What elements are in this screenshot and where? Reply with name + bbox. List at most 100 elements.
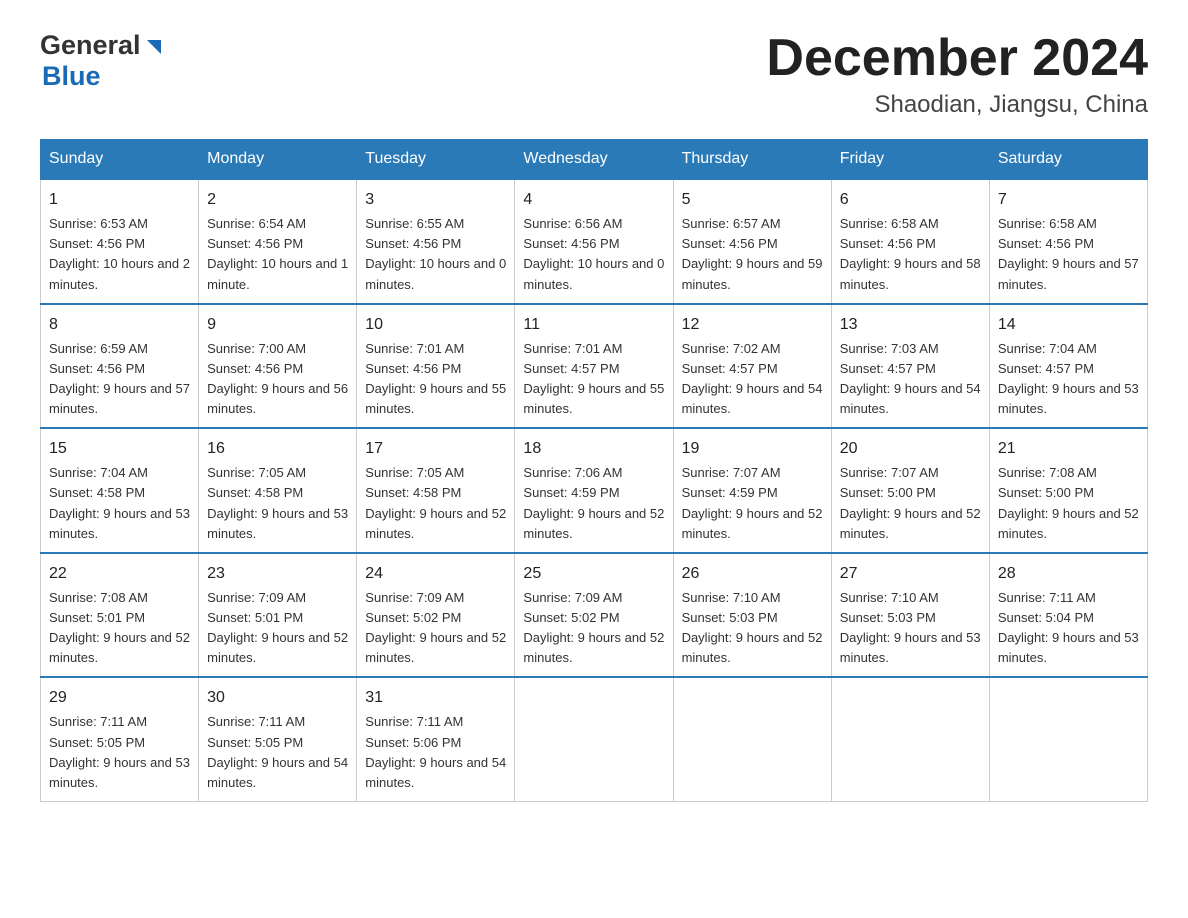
day-number: 13 <box>840 313 981 337</box>
weekday-header-friday: Friday <box>831 140 989 180</box>
day-number: 2 <box>207 188 348 212</box>
day-number: 17 <box>365 437 506 461</box>
day-info: Sunrise: 7:09 AMSunset: 5:01 PMDaylight:… <box>207 588 348 669</box>
day-info: Sunrise: 7:08 AMSunset: 5:01 PMDaylight:… <box>49 588 190 669</box>
logo-general-text: General <box>40 30 141 61</box>
day-info: Sunrise: 7:11 AMSunset: 5:05 PMDaylight:… <box>207 712 348 793</box>
day-number: 11 <box>523 313 664 337</box>
day-number: 3 <box>365 188 506 212</box>
day-info: Sunrise: 7:07 AMSunset: 5:00 PMDaylight:… <box>840 463 981 544</box>
day-number: 19 <box>682 437 823 461</box>
day-info: Sunrise: 7:04 AMSunset: 4:57 PMDaylight:… <box>998 339 1139 420</box>
calendar-cell: 27Sunrise: 7:10 AMSunset: 5:03 PMDayligh… <box>831 553 989 678</box>
day-number: 8 <box>49 313 190 337</box>
day-number: 7 <box>998 188 1139 212</box>
weekday-header-wednesday: Wednesday <box>515 140 673 180</box>
day-info: Sunrise: 7:00 AMSunset: 4:56 PMDaylight:… <box>207 339 348 420</box>
weekday-header-monday: Monday <box>199 140 357 180</box>
day-info: Sunrise: 7:11 AMSunset: 5:05 PMDaylight:… <box>49 712 190 793</box>
day-number: 25 <box>523 562 664 586</box>
day-info: Sunrise: 7:06 AMSunset: 4:59 PMDaylight:… <box>523 463 664 544</box>
day-number: 29 <box>49 686 190 710</box>
weekday-header-row: SundayMondayTuesdayWednesdayThursdayFrid… <box>41 140 1148 180</box>
calendar-cell: 17Sunrise: 7:05 AMSunset: 4:58 PMDayligh… <box>357 428 515 553</box>
day-number: 28 <box>998 562 1139 586</box>
calendar-cell <box>515 677 673 801</box>
location-title: Shaodian, Jiangsu, China <box>766 91 1148 119</box>
day-info: Sunrise: 7:09 AMSunset: 5:02 PMDaylight:… <box>365 588 506 669</box>
day-number: 5 <box>682 188 823 212</box>
month-title: December 2024 <box>766 30 1148 87</box>
day-number: 15 <box>49 437 190 461</box>
calendar-week-row: 1Sunrise: 6:53 AMSunset: 4:56 PMDaylight… <box>41 179 1148 304</box>
day-number: 30 <box>207 686 348 710</box>
calendar-cell: 9Sunrise: 7:00 AMSunset: 4:56 PMDaylight… <box>199 304 357 429</box>
day-info: Sunrise: 7:05 AMSunset: 4:58 PMDaylight:… <box>365 463 506 544</box>
calendar-cell: 15Sunrise: 7:04 AMSunset: 4:58 PMDayligh… <box>41 428 199 553</box>
calendar-cell: 5Sunrise: 6:57 AMSunset: 4:56 PMDaylight… <box>673 179 831 304</box>
day-number: 6 <box>840 188 981 212</box>
day-info: Sunrise: 7:07 AMSunset: 4:59 PMDaylight:… <box>682 463 823 544</box>
calendar-cell: 20Sunrise: 7:07 AMSunset: 5:00 PMDayligh… <box>831 428 989 553</box>
day-number: 4 <box>523 188 664 212</box>
day-info: Sunrise: 7:10 AMSunset: 5:03 PMDaylight:… <box>682 588 823 669</box>
calendar-cell: 31Sunrise: 7:11 AMSunset: 5:06 PMDayligh… <box>357 677 515 801</box>
day-number: 31 <box>365 686 506 710</box>
logo-blue-text: Blue <box>42 61 101 91</box>
weekday-header-tuesday: Tuesday <box>357 140 515 180</box>
day-info: Sunrise: 7:01 AMSunset: 4:56 PMDaylight:… <box>365 339 506 420</box>
day-info: Sunrise: 7:05 AMSunset: 4:58 PMDaylight:… <box>207 463 348 544</box>
logo: General Blue <box>40 30 165 92</box>
calendar-cell <box>673 677 831 801</box>
calendar-cell: 18Sunrise: 7:06 AMSunset: 4:59 PMDayligh… <box>515 428 673 553</box>
day-number: 20 <box>840 437 981 461</box>
calendar-cell: 19Sunrise: 7:07 AMSunset: 4:59 PMDayligh… <box>673 428 831 553</box>
day-number: 12 <box>682 313 823 337</box>
day-number: 23 <box>207 562 348 586</box>
day-info: Sunrise: 7:08 AMSunset: 5:00 PMDaylight:… <box>998 463 1139 544</box>
calendar-cell: 4Sunrise: 6:56 AMSunset: 4:56 PMDaylight… <box>515 179 673 304</box>
day-number: 27 <box>840 562 981 586</box>
day-number: 16 <box>207 437 348 461</box>
weekday-header-saturday: Saturday <box>989 140 1147 180</box>
day-info: Sunrise: 7:04 AMSunset: 4:58 PMDaylight:… <box>49 463 190 544</box>
calendar-week-row: 15Sunrise: 7:04 AMSunset: 4:58 PMDayligh… <box>41 428 1148 553</box>
calendar-cell: 25Sunrise: 7:09 AMSunset: 5:02 PMDayligh… <box>515 553 673 678</box>
day-info: Sunrise: 7:09 AMSunset: 5:02 PMDaylight:… <box>523 588 664 669</box>
weekday-header-thursday: Thursday <box>673 140 831 180</box>
day-number: 1 <box>49 188 190 212</box>
day-info: Sunrise: 7:03 AMSunset: 4:57 PMDaylight:… <box>840 339 981 420</box>
day-info: Sunrise: 6:59 AMSunset: 4:56 PMDaylight:… <box>49 339 190 420</box>
calendar-cell: 10Sunrise: 7:01 AMSunset: 4:56 PMDayligh… <box>357 304 515 429</box>
day-number: 21 <box>998 437 1139 461</box>
calendar-cell: 1Sunrise: 6:53 AMSunset: 4:56 PMDaylight… <box>41 179 199 304</box>
calendar-cell: 24Sunrise: 7:09 AMSunset: 5:02 PMDayligh… <box>357 553 515 678</box>
day-info: Sunrise: 7:01 AMSunset: 4:57 PMDaylight:… <box>523 339 664 420</box>
day-info: Sunrise: 6:58 AMSunset: 4:56 PMDaylight:… <box>998 214 1139 295</box>
weekday-header-sunday: Sunday <box>41 140 199 180</box>
day-number: 26 <box>682 562 823 586</box>
day-info: Sunrise: 6:54 AMSunset: 4:56 PMDaylight:… <box>207 214 348 295</box>
day-number: 18 <box>523 437 664 461</box>
calendar-cell: 23Sunrise: 7:09 AMSunset: 5:01 PMDayligh… <box>199 553 357 678</box>
calendar-cell: 28Sunrise: 7:11 AMSunset: 5:04 PMDayligh… <box>989 553 1147 678</box>
day-info: Sunrise: 7:11 AMSunset: 5:04 PMDaylight:… <box>998 588 1139 669</box>
day-info: Sunrise: 7:02 AMSunset: 4:57 PMDaylight:… <box>682 339 823 420</box>
calendar-cell: 8Sunrise: 6:59 AMSunset: 4:56 PMDaylight… <box>41 304 199 429</box>
calendar-cell: 12Sunrise: 7:02 AMSunset: 4:57 PMDayligh… <box>673 304 831 429</box>
calendar-week-row: 8Sunrise: 6:59 AMSunset: 4:56 PMDaylight… <box>41 304 1148 429</box>
day-number: 14 <box>998 313 1139 337</box>
calendar-cell: 13Sunrise: 7:03 AMSunset: 4:57 PMDayligh… <box>831 304 989 429</box>
calendar-cell: 14Sunrise: 7:04 AMSunset: 4:57 PMDayligh… <box>989 304 1147 429</box>
calendar-cell: 11Sunrise: 7:01 AMSunset: 4:57 PMDayligh… <box>515 304 673 429</box>
day-number: 10 <box>365 313 506 337</box>
calendar-cell: 16Sunrise: 7:05 AMSunset: 4:58 PMDayligh… <box>199 428 357 553</box>
calendar-table: SundayMondayTuesdayWednesdayThursdayFrid… <box>40 139 1148 802</box>
day-info: Sunrise: 7:10 AMSunset: 5:03 PMDaylight:… <box>840 588 981 669</box>
calendar-cell: 2Sunrise: 6:54 AMSunset: 4:56 PMDaylight… <box>199 179 357 304</box>
day-info: Sunrise: 6:58 AMSunset: 4:56 PMDaylight:… <box>840 214 981 295</box>
logo-triangle-icon <box>143 36 165 58</box>
title-area: December 2024 Shaodian, Jiangsu, China <box>766 30 1148 119</box>
day-info: Sunrise: 6:57 AMSunset: 4:56 PMDaylight:… <box>682 214 823 295</box>
calendar-cell: 26Sunrise: 7:10 AMSunset: 5:03 PMDayligh… <box>673 553 831 678</box>
